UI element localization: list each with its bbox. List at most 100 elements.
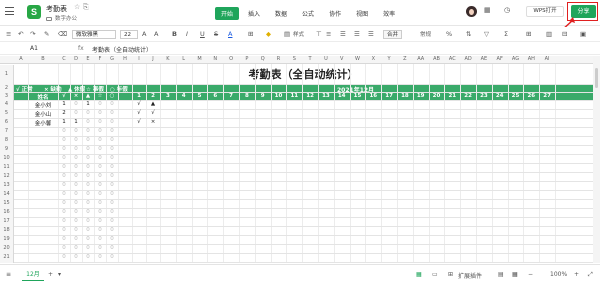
percent-icon[interactable]: % — [446, 30, 452, 38]
count-cell[interactable]: 0 — [82, 128, 94, 134]
day-header[interactable]: 14 — [334, 93, 350, 99]
day-header[interactable]: 16 — [365, 93, 381, 99]
count-cell[interactable]: 0 — [70, 155, 82, 161]
count-cell[interactable]: 0 — [70, 101, 82, 107]
count-cell[interactable]: 0 — [106, 227, 118, 233]
day-header[interactable]: 13 — [318, 93, 334, 99]
count-cell[interactable]: 0 — [94, 245, 106, 251]
count-cell[interactable]: 0 — [94, 227, 106, 233]
day-header[interactable]: 25 — [508, 93, 524, 99]
count-cell[interactable]: 0 — [70, 173, 82, 179]
column-header[interactable]: Y — [381, 56, 397, 62]
clock-icon[interactable]: ◷ — [504, 6, 510, 14]
count-cell[interactable]: 0 — [70, 218, 82, 224]
count-cell[interactable]: 0 — [94, 182, 106, 188]
row-header[interactable]: 7 — [0, 127, 14, 136]
column-header[interactable]: C — [58, 56, 70, 62]
number-format-select[interactable]: 常规 — [420, 30, 431, 38]
row-header[interactable]: 4 — [0, 100, 14, 109]
count-cell[interactable]: 0 — [70, 209, 82, 215]
row-header[interactable]: 5 — [0, 109, 14, 118]
scrollbar-thumb[interactable] — [595, 68, 598, 88]
count-cell[interactable]: 0 — [58, 173, 70, 179]
clear-icon[interactable]: ⌫ — [58, 30, 67, 38]
day-mark[interactable]: × — [146, 119, 160, 125]
column-header[interactable]: O — [223, 56, 239, 62]
count-cell[interactable]: 0 — [70, 254, 82, 260]
count-cell[interactable]: 0 — [70, 146, 82, 152]
count-cell[interactable]: 0 — [94, 110, 106, 116]
format-painter-icon[interactable]: ✎ — [44, 30, 49, 38]
count-cell[interactable]: 0 — [58, 182, 70, 188]
day-header[interactable]: 27 — [539, 93, 555, 99]
collapse-icon[interactable]: ≡ — [6, 30, 11, 38]
row-header[interactable]: 21 — [0, 253, 14, 262]
day-mark[interactable]: √ — [146, 110, 160, 116]
image-icon[interactable]: ▣ — [580, 30, 586, 38]
count-cell[interactable]: 0 — [106, 110, 118, 116]
count-cell[interactable]: 0 — [106, 236, 118, 242]
normal-view-icon[interactable]: ▤ — [498, 271, 504, 278]
count-cell[interactable]: 0 — [106, 191, 118, 197]
column-header[interactable]: AB — [429, 56, 445, 62]
day-header[interactable]: 24 — [492, 93, 508, 99]
tab-insert[interactable]: 插入 — [242, 7, 266, 20]
tab-view[interactable]: 视图 — [350, 7, 374, 20]
column-header[interactable]: S — [286, 56, 302, 62]
day-header[interactable]: 19 — [413, 93, 429, 99]
count-cell[interactable]: 1 — [82, 101, 94, 107]
font-size-select[interactable]: 22 — [120, 30, 138, 39]
row-header[interactable]: 3 — [0, 92, 14, 100]
column-header[interactable]: H — [118, 56, 132, 62]
count-cell[interactable]: 0 — [58, 155, 70, 161]
fullscreen-icon[interactable]: ⤢ — [588, 271, 593, 279]
table-icon[interactable]: ⊟ — [562, 30, 567, 38]
count-cell[interactable]: 0 — [82, 173, 94, 179]
count-cell[interactable]: 0 — [70, 137, 82, 143]
column-header[interactable]: AG — [508, 56, 524, 62]
count-cell[interactable]: 0 — [106, 254, 118, 260]
border-icon[interactable]: ⊞ — [248, 30, 253, 38]
count-cell[interactable]: 0 — [106, 209, 118, 215]
row-header[interactable]: 10 — [0, 154, 14, 163]
day-header[interactable]: 17 — [381, 93, 397, 99]
day-header[interactable]: 23 — [476, 93, 492, 99]
avatar[interactable] — [466, 6, 477, 17]
fx-icon[interactable]: fx — [78, 45, 84, 52]
sheet-menu-icon[interactable]: ▾ — [58, 271, 61, 278]
row-header[interactable]: 20 — [0, 244, 14, 253]
underline-icon[interactable]: U — [200, 30, 205, 38]
header-cell[interactable]: ☆ — [94, 93, 106, 99]
count-cell[interactable]: 2 — [58, 110, 70, 116]
day-header[interactable]: 21 — [444, 93, 460, 99]
day-header[interactable]: 3 — [160, 93, 176, 99]
count-cell[interactable]: 1 — [58, 101, 70, 107]
day-header[interactable]: 12 — [302, 93, 318, 99]
count-cell[interactable]: 0 — [94, 101, 106, 107]
column-header[interactable]: U — [318, 56, 334, 62]
font-shrink-icon[interactable]: A — [154, 30, 158, 38]
column-header[interactable]: E — [82, 56, 94, 62]
cell-reference[interactable]: A1 — [30, 45, 38, 52]
extension-label[interactable]: 扩展插件 — [458, 271, 482, 280]
day-header[interactable]: 18 — [397, 93, 413, 99]
count-cell[interactable]: 0 — [94, 128, 106, 134]
column-header[interactable]: I — [132, 56, 146, 62]
align-right-icon[interactable]: ☰ — [368, 30, 374, 38]
column-header[interactable]: P — [239, 56, 255, 62]
count-cell[interactable]: 0 — [70, 191, 82, 197]
align-top-icon[interactable]: ⊤ — [316, 30, 322, 38]
sheet-title[interactable]: 考勤表（全自动统计） — [14, 65, 593, 84]
zoom-out-button[interactable]: − — [528, 271, 533, 278]
align-left-icon[interactable]: ☰ — [340, 30, 346, 38]
column-header[interactable]: AI — [539, 56, 555, 62]
row-header[interactable]: 1 — [0, 65, 14, 84]
count-cell[interactable]: 0 — [58, 200, 70, 206]
header-cell[interactable]: ○ — [106, 93, 118, 99]
count-cell[interactable]: 0 — [70, 236, 82, 242]
count-cell[interactable]: 0 — [82, 110, 94, 116]
font-name-select[interactable]: 微软雅黑 — [72, 30, 116, 39]
column-header[interactable]: W — [350, 56, 366, 62]
count-cell[interactable]: 0 — [82, 164, 94, 170]
count-cell[interactable]: 0 — [106, 182, 118, 188]
